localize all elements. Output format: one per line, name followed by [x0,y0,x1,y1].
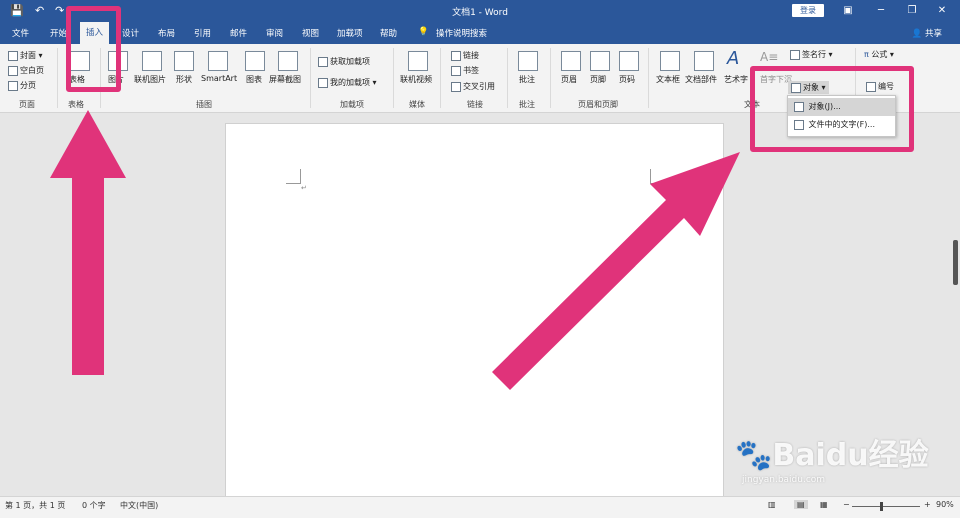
arrow-diagonal-annotation [492,152,740,390]
baidu-watermark-url: jingyan.baidu.com [742,475,826,485]
baidu-watermark: 🐾Baidu经验 [735,438,929,473]
arrow-up-annotation [50,110,126,375]
paw-logo-icon: 🐾 [735,438,773,473]
